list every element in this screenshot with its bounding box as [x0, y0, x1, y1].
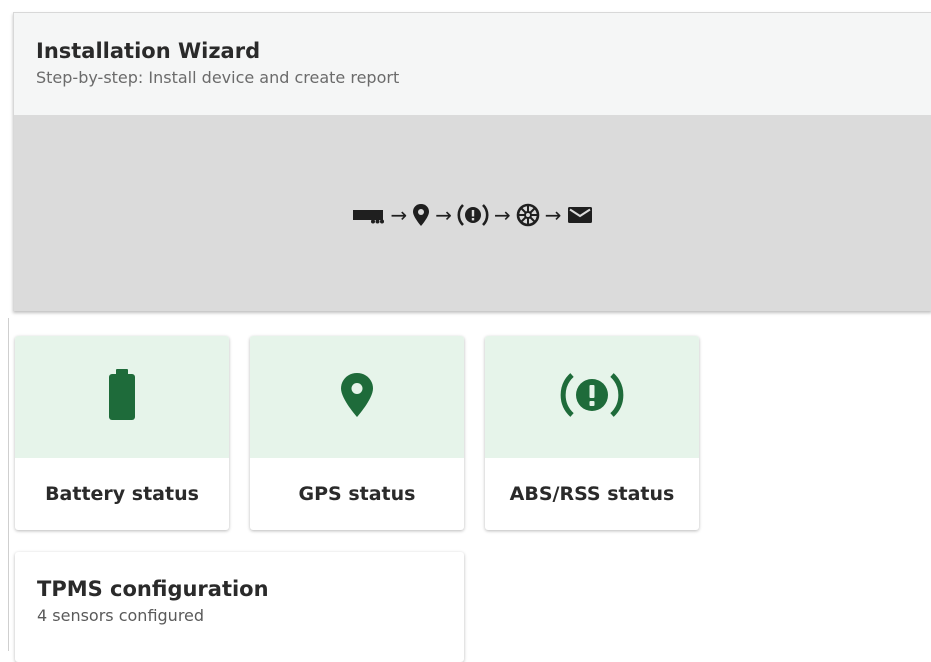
location-pin-icon	[340, 372, 374, 422]
left-divider	[8, 318, 9, 651]
wizard-subtitle: Step-by-step: Install device and create …	[36, 68, 400, 87]
card-icon-area	[485, 336, 699, 458]
step-arrow: →	[390, 203, 408, 227]
brake-warning-icon	[457, 202, 489, 228]
tpms-title: TPMS configuration	[37, 577, 269, 601]
installation-wizard-panel: Installation Wizard Step-by-step: Instal…	[13, 12, 931, 311]
truck-icon	[353, 205, 385, 225]
tpms-configuration-card[interactable]: TPMS configuration 4 sensors configured	[15, 552, 464, 662]
wizard-title: Installation Wizard	[36, 39, 261, 63]
step-arrow: →	[435, 203, 452, 227]
tire-wheel-icon	[516, 203, 540, 227]
battery-status-card[interactable]: Battery status	[15, 336, 229, 530]
battery-status-label: Battery status	[45, 483, 199, 505]
abs-rss-status-label: ABS/RSS status	[509, 483, 675, 505]
step-arrow: →	[544, 203, 562, 227]
battery-icon	[108, 369, 136, 425]
tpms-sensor-count: 4 sensors configured	[37, 606, 205, 625]
envelope-icon	[567, 205, 593, 225]
step-arrow: →	[494, 203, 511, 227]
card-icon-area	[15, 336, 229, 458]
brake-warning-icon	[560, 370, 624, 424]
wizard-header: Installation Wizard Step-by-step: Instal…	[14, 13, 931, 115]
abs-rss-status-card[interactable]: ABS/RSS status	[485, 336, 699, 530]
wizard-step-banner[interactable]: → → → →	[14, 115, 931, 311]
gps-status-card[interactable]: GPS status	[250, 336, 464, 530]
card-icon-area	[250, 336, 464, 458]
location-pin-icon	[412, 203, 430, 227]
gps-status-label: GPS status	[298, 483, 416, 505]
step-flow: → → → →	[353, 202, 592, 228]
